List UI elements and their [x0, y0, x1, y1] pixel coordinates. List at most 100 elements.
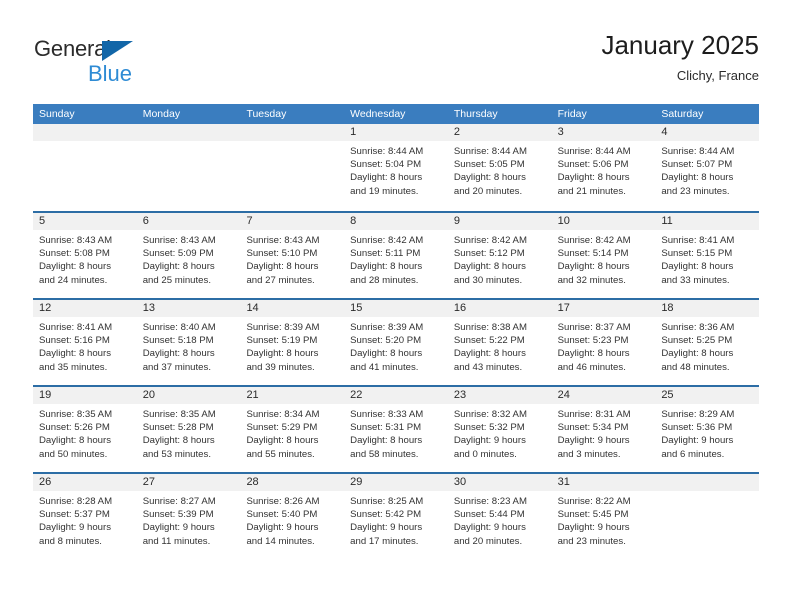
- daylight-duration-line1: Daylight: 9 hours: [453, 435, 526, 447]
- calendar-day-cell[interactable]: 10 Sunrise: 8:42 AM Sunset: 5:14 PM Dayligh…: [551, 213, 656, 298]
- calendar-day-cell[interactable]: 27 Sunrise: 8:27 AM Sunset: 5:39 PM Dayligh…: [136, 474, 241, 559]
- sunset-time: Sunset: 5:04 PM: [350, 159, 422, 171]
- weekday-header-monday: Monday: [142, 108, 181, 120]
- calendar-day-cell[interactable]: 29 Sunrise: 8:25 AM Sunset: 5:42 PM Dayligh…: [344, 474, 448, 559]
- sunset-time: Sunset: 5:26 PM: [39, 422, 110, 434]
- day-number: 16: [453, 302, 467, 314]
- calendar-day-cell[interactable]: 23 Sunrise: 8:32 AM Sunset: 5:32 PM Dayligh…: [447, 387, 552, 472]
- daylight-duration-line1: Daylight: 9 hours: [661, 435, 734, 447]
- sunset-time: Sunset: 5:19 PM: [246, 335, 318, 347]
- daylight-duration-line2: and 17 minutes.: [350, 535, 419, 547]
- day-sun-info: Sunrise: 8:44 AM Sunset: 5:04 PM Daylight:…: [344, 141, 448, 198]
- sunrise-time: Sunrise: 8:44 AM: [350, 146, 424, 157]
- day-sun-info: Sunrise: 8:44 AM Sunset: 5:05 PM Daylight:…: [448, 141, 552, 198]
- calendar-day-cell[interactable]: 15 Sunrise: 8:39 AM Sunset: 5:20 PM Dayligh…: [344, 300, 448, 385]
- sunset-time: Sunset: 5:31 PM: [350, 422, 422, 434]
- day-number-band: 27: [136, 474, 241, 491]
- calendar-day-cell[interactable]: 26 Sunrise: 8:28 AM Sunset: 5:37 PM Dayligh…: [33, 474, 137, 559]
- calendar-day-cell[interactable]: 21 Sunrise: 8:34 AM Sunset: 5:29 PM Dayligh…: [240, 387, 345, 472]
- general-blue-logo[interactable]: General Blue: [33, 36, 193, 90]
- calendar-day-cell[interactable]: 5 Sunrise: 8:43 AM Sunset: 5:08 PM Daylight…: [33, 213, 137, 298]
- day-number: 31: [557, 476, 570, 488]
- daylight-duration-line1: Daylight: 8 hours: [142, 261, 215, 273]
- day-number-band: [33, 124, 137, 141]
- day-number-band: 16: [447, 300, 552, 317]
- sunset-time: Sunset: 5:25 PM: [661, 335, 733, 347]
- daylight-duration-line2: and 25 minutes.: [142, 274, 211, 286]
- weekday-header-thursday: Thursday: [453, 108, 498, 120]
- day-number: 14: [246, 302, 259, 314]
- sunrise-time: Sunrise: 8:33 AM: [350, 409, 424, 420]
- calendar-day-cell[interactable]: 22 Sunrise: 8:33 AM Sunset: 5:31 PM Dayligh…: [344, 387, 448, 472]
- calendar-day-cell[interactable]: 31 Sunrise: 8:22 AM Sunset: 5:45 PM Dayligh…: [551, 474, 656, 559]
- day-number: 7: [246, 215, 253, 227]
- day-sun-info: Sunrise: 8:44 AM Sunset: 5:06 PM Daylight:…: [552, 141, 656, 198]
- sunrise-time: Sunrise: 8:26 AM: [246, 496, 320, 507]
- day-sun-info: Sunrise: 8:43 AM Sunset: 5:08 PM Daylight:…: [33, 230, 137, 287]
- day-sun-info: [33, 141, 137, 145]
- calendar-day-cell[interactable]: 19 Sunrise: 8:35 AM Sunset: 5:26 PM Dayligh…: [33, 387, 137, 472]
- sunset-time: Sunset: 5:20 PM: [350, 335, 422, 347]
- sunset-time: Sunset: 5:23 PM: [557, 335, 629, 347]
- day-number-band: 14: [240, 300, 345, 317]
- calendar-day-cell[interactable]: 11 Sunrise: 8:41 AM Sunset: 5:15 PM Dayligh…: [655, 213, 760, 298]
- calendar-day-cell[interactable]: 18 Sunrise: 8:36 AM Sunset: 5:25 PM Dayligh…: [655, 300, 760, 385]
- calendar-day-cell[interactable]: 13 Sunrise: 8:40 AM Sunset: 5:18 PM Dayligh…: [136, 300, 241, 385]
- logo-text-blue: Blue: [88, 61, 133, 86]
- calendar-day-cell[interactable]: 3 Sunrise: 8:44 AM Sunset: 5:06 PM Daylight…: [551, 124, 656, 211]
- day-number: 17: [557, 302, 570, 314]
- sunrise-time: Sunrise: 8:34 AM: [246, 409, 320, 420]
- sunset-time: Sunset: 5:09 PM: [142, 248, 214, 260]
- day-number-band: 28: [240, 474, 345, 491]
- calendar-day-cell[interactable]: 20 Sunrise: 8:35 AM Sunset: 5:28 PM Dayligh…: [136, 387, 241, 472]
- daylight-duration-line2: and 58 minutes.: [350, 448, 419, 460]
- day-number: 3: [557, 126, 564, 138]
- calendar-day-cell[interactable]: 4 Sunrise: 8:44 AM Sunset: 5:07 PM Daylight…: [655, 124, 760, 211]
- calendar-day-cell[interactable]: 17 Sunrise: 8:37 AM Sunset: 5:23 PM Dayligh…: [551, 300, 656, 385]
- daylight-duration-line2: and 30 minutes.: [453, 274, 523, 286]
- calendar-day-cell[interactable]: 8 Sunrise: 8:42 AM Sunset: 5:11 PM Daylight…: [344, 213, 448, 298]
- day-number: 26: [39, 476, 52, 488]
- calendar-day-cell[interactable]: 14 Sunrise: 8:39 AM Sunset: 5:19 PM Dayligh…: [240, 300, 345, 385]
- sunset-time: Sunset: 5:11 PM: [350, 248, 421, 260]
- daylight-duration-line2: and 48 minutes.: [661, 361, 730, 373]
- calendar-day-cell[interactable]: 28 Sunrise: 8:26 AM Sunset: 5:40 PM Dayligh…: [240, 474, 345, 559]
- calendar-day-cell[interactable]: 16 Sunrise: 8:38 AM Sunset: 5:22 PM Dayligh…: [447, 300, 552, 385]
- day-sun-info: Sunrise: 8:31 AM Sunset: 5:34 PM Daylight:…: [552, 404, 656, 461]
- calendar-day-cell[interactable]: 2 Sunrise: 8:44 AM Sunset: 5:05 PM Daylight…: [447, 124, 552, 211]
- day-number-band: 30: [447, 474, 552, 491]
- daylight-duration-line1: Daylight: 9 hours: [246, 522, 319, 534]
- calendar-week-row: 1 Sunrise: 8:44 AM Sunset: 5:04 PM Daylight…: [33, 124, 760, 211]
- day-number-band: [655, 474, 760, 491]
- calendar-day-cell[interactable]: 6 Sunrise: 8:43 AM Sunset: 5:09 PM Daylight…: [136, 213, 241, 298]
- calendar-day-cell[interactable]: 7 Sunrise: 8:43 AM Sunset: 5:10 PM Daylight…: [240, 213, 345, 298]
- day-number-band: 1: [344, 124, 448, 141]
- calendar-day-cell[interactable]: 25 Sunrise: 8:29 AM Sunset: 5:36 PM Dayligh…: [655, 387, 760, 472]
- sunset-time: Sunset: 5:12 PM: [453, 248, 525, 260]
- sunset-time: Sunset: 5:29 PM: [246, 422, 318, 434]
- day-number: 27: [142, 476, 155, 488]
- day-sun-info: Sunrise: 8:26 AM Sunset: 5:40 PM Daylight:…: [240, 491, 344, 548]
- daylight-duration-line1: Daylight: 8 hours: [661, 348, 734, 360]
- sunset-time: Sunset: 5:40 PM: [246, 509, 318, 521]
- sunset-time: Sunset: 5:36 PM: [661, 422, 733, 434]
- daylight-duration-line2: and 23 minutes.: [557, 535, 626, 547]
- calendar-day-cell[interactable]: 9 Sunrise: 8:42 AM Sunset: 5:12 PM Daylight…: [447, 213, 552, 298]
- daylight-duration-line1: Daylight: 8 hours: [350, 348, 423, 360]
- calendar-day-cell[interactable]: 30 Sunrise: 8:23 AM Sunset: 5:44 PM Dayligh…: [447, 474, 552, 559]
- day-number-band: 5: [33, 213, 137, 230]
- day-number-band: 10: [551, 213, 656, 230]
- day-number: 10: [557, 215, 570, 227]
- sunrise-time: Sunrise: 8:44 AM: [453, 146, 527, 157]
- sunset-time: Sunset: 5:16 PM: [39, 335, 110, 347]
- calendar-day-cell[interactable]: 1 Sunrise: 8:44 AM Sunset: 5:04 PM Daylight…: [344, 124, 448, 211]
- calendar-day-cell[interactable]: 24 Sunrise: 8:31 AM Sunset: 5:34 PM Dayligh…: [551, 387, 656, 472]
- daylight-duration-line1: Daylight: 8 hours: [350, 435, 423, 447]
- day-number: 20: [142, 389, 155, 401]
- daylight-duration-line2: and 14 minutes.: [246, 535, 315, 547]
- day-number-band: 12: [33, 300, 137, 317]
- sunrise-time: Sunrise: 8:39 AM: [350, 322, 424, 333]
- day-number: 12: [39, 302, 52, 314]
- calendar-day-cell[interactable]: 12 Sunrise: 8:41 AM Sunset: 5:16 PM Dayligh…: [33, 300, 137, 385]
- day-sun-info: Sunrise: 8:29 AM Sunset: 5:36 PM Daylight:…: [655, 404, 759, 461]
